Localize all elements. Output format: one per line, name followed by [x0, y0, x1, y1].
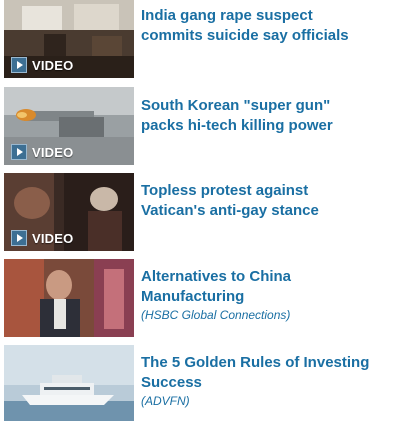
headline-link[interactable]: The 5 Golden Rules of Investing Success — [141, 353, 391, 393]
item-text: The 5 Golden Rules of Investing Success … — [141, 353, 391, 409]
item-text: Alternatives to China Manufacturing (HSB… — [141, 267, 391, 323]
video-badge: VIDEO — [11, 141, 73, 163]
headline-line: The 5 Golden Rules of Investing — [141, 354, 370, 371]
source-label: (ADVFN) — [141, 394, 190, 408]
headline-line: Vatican's anti-gay stance — [141, 202, 319, 219]
thumbnail-image — [4, 345, 134, 421]
article-thumbnail[interactable] — [4, 345, 134, 421]
play-icon — [11, 144, 27, 160]
headline-line: Success — [141, 374, 202, 391]
video-badge-label: VIDEO — [32, 144, 74, 160]
thumbnail-image — [4, 259, 134, 337]
play-icon — [11, 230, 27, 246]
video-badge-label: VIDEO — [32, 230, 74, 246]
source-label: (HSBC Global Connections) — [141, 308, 291, 322]
article-thumbnail[interactable] — [4, 259, 134, 337]
list-item: VIDEO Topless protest against Vatican's … — [0, 173, 393, 251]
headline-line: Topless protest against — [141, 182, 309, 199]
list-item: The 5 Golden Rules of Investing Success … — [0, 345, 393, 421]
headline-line: packs hi-tech killing power — [141, 117, 333, 134]
headline-line: India gang rape suspect — [141, 7, 313, 24]
item-text: India gang rape suspect commits suicide … — [141, 6, 391, 46]
video-badge-label: VIDEO — [32, 57, 74, 73]
headline-line: Alternatives to China — [141, 268, 292, 285]
video-badge: VIDEO — [11, 54, 73, 76]
video-thumbnail[interactable]: VIDEO — [4, 173, 134, 251]
video-badge: VIDEO — [11, 227, 73, 249]
headline-link[interactable]: Topless protest against Vatican's anti-g… — [141, 181, 391, 221]
play-icon — [11, 57, 27, 73]
list-item: VIDEO South Korean "super gun" packs hi-… — [0, 87, 393, 165]
headline-link[interactable]: India gang rape suspect commits suicide … — [141, 6, 391, 46]
list-item: VIDEO India gang rape suspect commits su… — [0, 0, 393, 78]
item-text: South Korean "super gun" packs hi-tech k… — [141, 96, 391, 136]
list-item: Alternatives to China Manufacturing (HSB… — [0, 259, 393, 337]
headline-line: commits suicide say officials — [141, 27, 349, 44]
headline-line: Manufacturing — [141, 288, 245, 305]
video-thumbnail[interactable]: VIDEO — [4, 0, 134, 78]
item-text: Topless protest against Vatican's anti-g… — [141, 181, 391, 221]
headline-link[interactable]: South Korean "super gun" packs hi-tech k… — [141, 96, 391, 136]
news-list: VIDEO India gang rape suspect commits su… — [0, 0, 393, 421]
video-thumbnail[interactable]: VIDEO — [4, 87, 134, 165]
headline-line: South Korean "super gun" — [141, 97, 331, 114]
headline-link[interactable]: Alternatives to China Manufacturing — [141, 267, 391, 307]
